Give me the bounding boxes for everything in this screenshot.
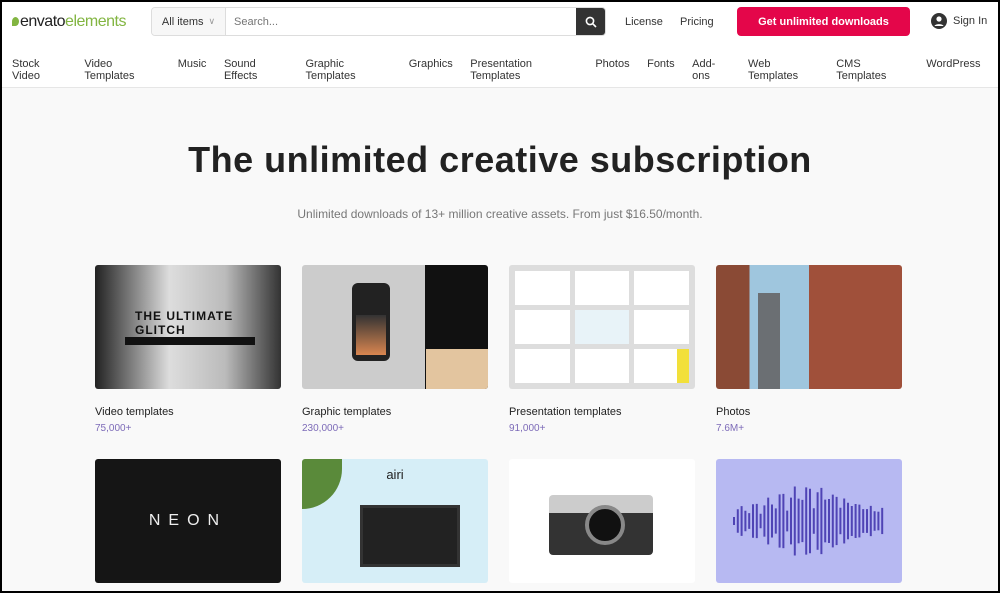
category-card-airi[interactable]: airi: [302, 459, 488, 583]
search-input[interactable]: [226, 8, 576, 35]
category-nav: Stock Video Video Templates Music Sound …: [12, 58, 998, 82]
neon-thumbnail: NEON: [95, 459, 281, 583]
card-count: 75,000+: [95, 423, 132, 434]
card-label: Presentation templates: [509, 406, 622, 418]
camera-thumbnail: [509, 459, 695, 583]
search-icon: [585, 16, 597, 28]
search-scope-label: All items: [161, 15, 204, 28]
nav-wordpress[interactable]: WordPress: [926, 58, 980, 82]
nav-fonts[interactable]: Fonts: [647, 58, 675, 82]
card-label: Video templates: [95, 406, 174, 418]
search-scope-select[interactable]: All items ∨: [152, 8, 226, 35]
nav-music[interactable]: Music: [178, 58, 207, 82]
chevron-down-icon: ∨: [208, 16, 216, 26]
category-card-neon[interactable]: NEON: [95, 459, 281, 583]
page-subtitle: Unlimited downloads of 13+ million creat…: [297, 207, 703, 221]
logo-text-elements: elements: [65, 13, 126, 30]
card-count: 7.6M+: [716, 423, 745, 434]
sign-in-label: Sign In: [953, 15, 988, 27]
card-count: 91,000+: [509, 423, 546, 434]
nav-add-ons[interactable]: Add-ons: [692, 58, 730, 82]
category-card-audio[interactable]: [716, 459, 902, 583]
search-bar: All items ∨: [151, 7, 606, 36]
airi-thumbnail: airi: [302, 459, 488, 583]
presentation-templates-thumbnail: [509, 265, 695, 389]
audio-waveform-thumbnail: [716, 459, 902, 583]
waveform-icon: [733, 486, 884, 556]
graphic-templates-thumbnail: [302, 265, 488, 389]
photos-thumbnail: [716, 265, 902, 389]
nav-presentation-templates[interactable]: Presentation Templates: [470, 58, 578, 82]
video-templates-thumbnail: THE ULTIMATE GLITCH: [95, 265, 281, 389]
nav-sound-effects[interactable]: Sound Effects: [224, 58, 288, 82]
nav-graphics[interactable]: Graphics: [409, 58, 453, 82]
card-count: 230,000+: [302, 423, 344, 434]
nav-cms-templates[interactable]: CMS Templates: [836, 58, 909, 82]
header: envatoelements All items ∨ License Pricin…: [2, 2, 998, 88]
nav-photos[interactable]: Photos: [595, 58, 629, 82]
card-label: Graphic templates: [302, 406, 392, 418]
search-button[interactable]: [576, 8, 605, 35]
nav-graphic-templates[interactable]: Graphic Templates: [305, 58, 391, 82]
category-card-presentation-templates[interactable]: Presentation templates 91,000+: [509, 265, 695, 434]
category-card-graphic-templates[interactable]: Graphic templates 230,000+: [302, 265, 488, 434]
nav-web-templates[interactable]: Web Templates: [748, 58, 819, 82]
card-label: Photos: [716, 406, 751, 418]
pricing-link[interactable]: Pricing: [680, 16, 714, 28]
get-unlimited-downloads-button[interactable]: Get unlimited downloads: [737, 7, 910, 36]
sign-in-button[interactable]: Sign In: [931, 13, 987, 29]
nav-video-templates[interactable]: Video Templates: [84, 58, 160, 82]
leaf-icon: [12, 17, 19, 26]
page-title: The unlimited creative subscription: [188, 139, 812, 180]
user-icon: [931, 13, 947, 29]
envato-logo[interactable]: envatoelements: [12, 13, 126, 31]
logo-text: envato: [20, 13, 66, 30]
license-link[interactable]: License: [625, 16, 663, 28]
category-card-photos[interactable]: Photos 7.6M+: [716, 265, 902, 434]
category-card-camera[interactable]: [509, 459, 695, 583]
thumb-text: THE ULTIMATE GLITCH: [135, 309, 234, 337]
nav-stock-video[interactable]: Stock Video: [12, 58, 67, 82]
category-card-video-templates[interactable]: THE ULTIMATE GLITCH Video templates 75,0…: [95, 265, 281, 434]
